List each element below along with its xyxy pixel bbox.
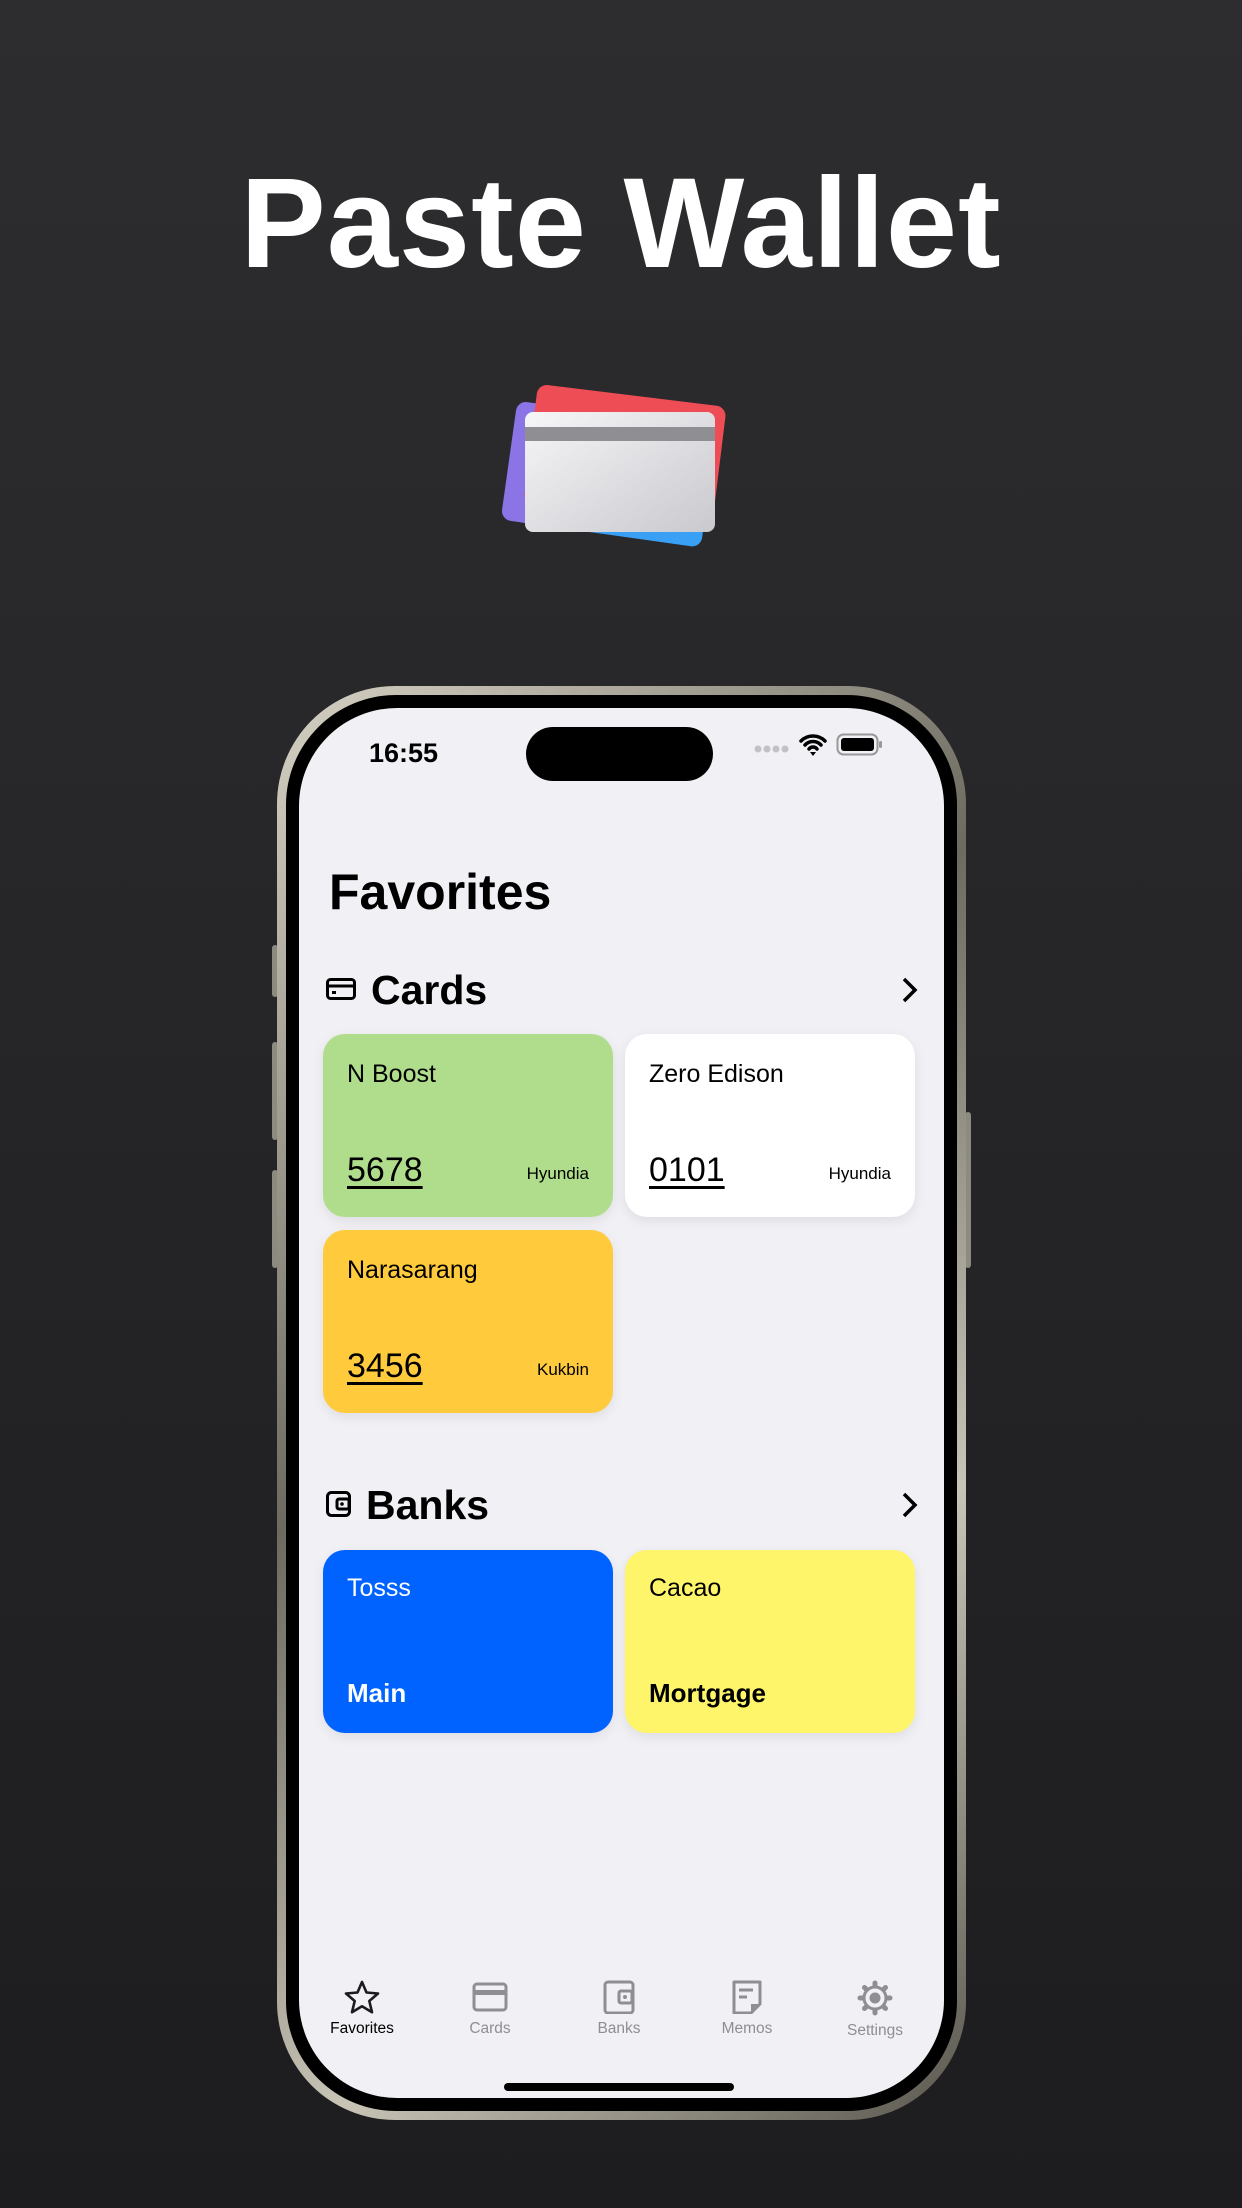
- card-item[interactable]: N Boost 5678 Hyundia: [323, 1034, 613, 1217]
- tab-cards[interactable]: Cards: [430, 1980, 550, 2038]
- card-name: Zero Edison: [649, 1060, 784, 1088]
- tab-label: Favorites: [330, 2020, 394, 2037]
- tab-banks[interactable]: Banks: [559, 1980, 679, 2038]
- tab-label: Cards: [469, 2020, 511, 2037]
- card-item[interactable]: Narasarang 3456 Kukbin: [323, 1230, 613, 1413]
- note-icon: [732, 1980, 762, 2014]
- banks-section-title: Banks: [366, 1482, 490, 1528]
- home-indicator[interactable]: [504, 2083, 734, 2091]
- wallet-icon: [326, 1491, 351, 1517]
- tab-memos[interactable]: Memos: [687, 1980, 807, 2038]
- cellular-signal-icon: [754, 745, 789, 753]
- bank-name: Tosss: [347, 1574, 411, 1602]
- credit-card-icon: [472, 1982, 508, 2012]
- card-number: 3456: [347, 1347, 423, 1385]
- app-screen: 16:55 Favorites Cards N Boost 5678 Hyund…: [299, 708, 944, 2098]
- tab-label: Memos: [721, 2020, 773, 2037]
- status-time: 16:55: [369, 738, 439, 768]
- cards-section-title: Cards: [371, 967, 488, 1013]
- tab-label: Banks: [597, 2020, 641, 2037]
- bank-account-label: Main: [347, 1678, 407, 1708]
- card-number: 5678: [347, 1151, 423, 1189]
- card-bank: Hyundia: [828, 1164, 891, 1183]
- tab-settings[interactable]: Settings: [815, 1980, 935, 2040]
- battery-icon: [836, 733, 882, 756]
- wallet-icon: [603, 1980, 635, 2014]
- app-logo-icon: [501, 385, 726, 547]
- wifi-icon: [799, 734, 827, 756]
- tab-favorites[interactable]: Favorites: [302, 1980, 422, 2038]
- promo-title: Paste Wallet: [240, 152, 1002, 295]
- card-name: Narasarang: [347, 1256, 478, 1284]
- bank-item[interactable]: Tosss Main: [323, 1550, 613, 1733]
- bank-account-label: Mortgage: [649, 1678, 766, 1708]
- cards-chevron-right-icon[interactable]: [899, 976, 919, 1004]
- bank-name: Cacao: [649, 1574, 722, 1602]
- card-bank: Hyundia: [526, 1164, 589, 1183]
- phone-frame: 16:55 Favorites Cards N Boost 5678 Hyund…: [277, 686, 966, 2120]
- card-item[interactable]: Zero Edison 0101 Hyundia: [625, 1034, 915, 1217]
- dynamic-island: [526, 727, 713, 781]
- card-bank: Kukbin: [537, 1360, 589, 1379]
- tab-label: Settings: [846, 2022, 903, 2039]
- star-icon: [344, 1980, 380, 2014]
- credit-card-icon: [326, 978, 356, 1000]
- gear-icon: [857, 1980, 893, 2016]
- card-number: 0101: [649, 1151, 725, 1189]
- bank-item[interactable]: Cacao Mortgage: [625, 1550, 915, 1733]
- banks-chevron-right-icon[interactable]: [899, 1491, 919, 1519]
- card-name: N Boost: [347, 1060, 436, 1088]
- page-title: Favorites: [329, 864, 552, 920]
